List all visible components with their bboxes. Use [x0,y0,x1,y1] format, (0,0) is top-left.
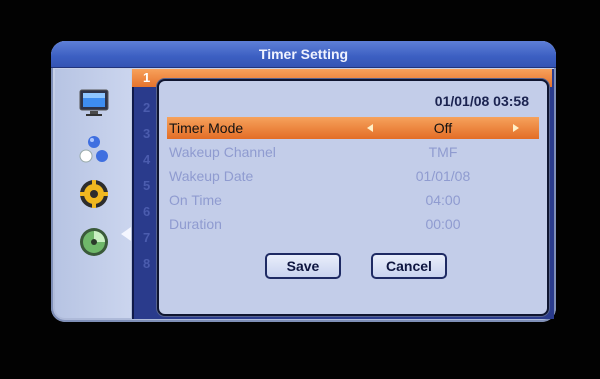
arrow-right-icon[interactable] [513,124,519,132]
on-time-row[interactable]: On Time 04:00 [167,189,539,211]
save-button[interactable]: Save [265,253,341,279]
list-item-number: 1 [143,70,151,85]
on-time-label: On Time [169,192,222,208]
wakeup-channel-value: TMF [428,144,458,160]
tv-screen: Timer Setting 1 2 3 4 5 6 7 8 01/01/08 0… [0,0,600,379]
timer-mode-row[interactable]: Timer Mode Off [167,117,539,139]
sidebar [55,69,131,318]
arrow-left-icon[interactable] [367,124,373,132]
list-item-number: 7 [143,230,151,245]
selection-pointer-icon [121,227,131,241]
window-title: Timer Setting [51,41,556,68]
list-item-number: 4 [143,152,151,167]
duration-value: 00:00 [425,216,461,232]
on-time-value: 04:00 [425,192,461,208]
wakeup-date-value: 01/01/08 [415,168,471,184]
timer-mode-value: Off [433,120,453,136]
timer-dialog: 01/01/08 03:58 Timer Mode Off Wakeup Cha… [157,79,549,316]
cancel-button[interactable]: Cancel [371,253,447,279]
list-item-number: 3 [143,126,151,141]
timer-mode-label: Timer Mode [169,120,244,136]
wakeup-date-row[interactable]: Wakeup Date 01/01/08 [167,165,539,187]
list-item-number: 2 [143,100,151,115]
duration-label: Duration [169,216,222,232]
list-item-number: 8 [143,256,151,271]
disc-icon[interactable] [77,225,111,259]
duration-row[interactable]: Duration 00:00 [167,213,539,235]
tv-monitor-icon[interactable] [77,85,111,119]
list-item-number: 6 [143,204,151,219]
current-datetime: 01/01/08 03:58 [434,93,529,109]
wakeup-channel-label: Wakeup Channel [169,144,276,160]
list-item-number: 5 [143,178,151,193]
wakeup-channel-row[interactable]: Wakeup Channel TMF [167,141,539,163]
gear-icon[interactable] [77,177,111,211]
wakeup-date-label: Wakeup Date [169,168,254,184]
balls-icon[interactable] [77,133,111,167]
